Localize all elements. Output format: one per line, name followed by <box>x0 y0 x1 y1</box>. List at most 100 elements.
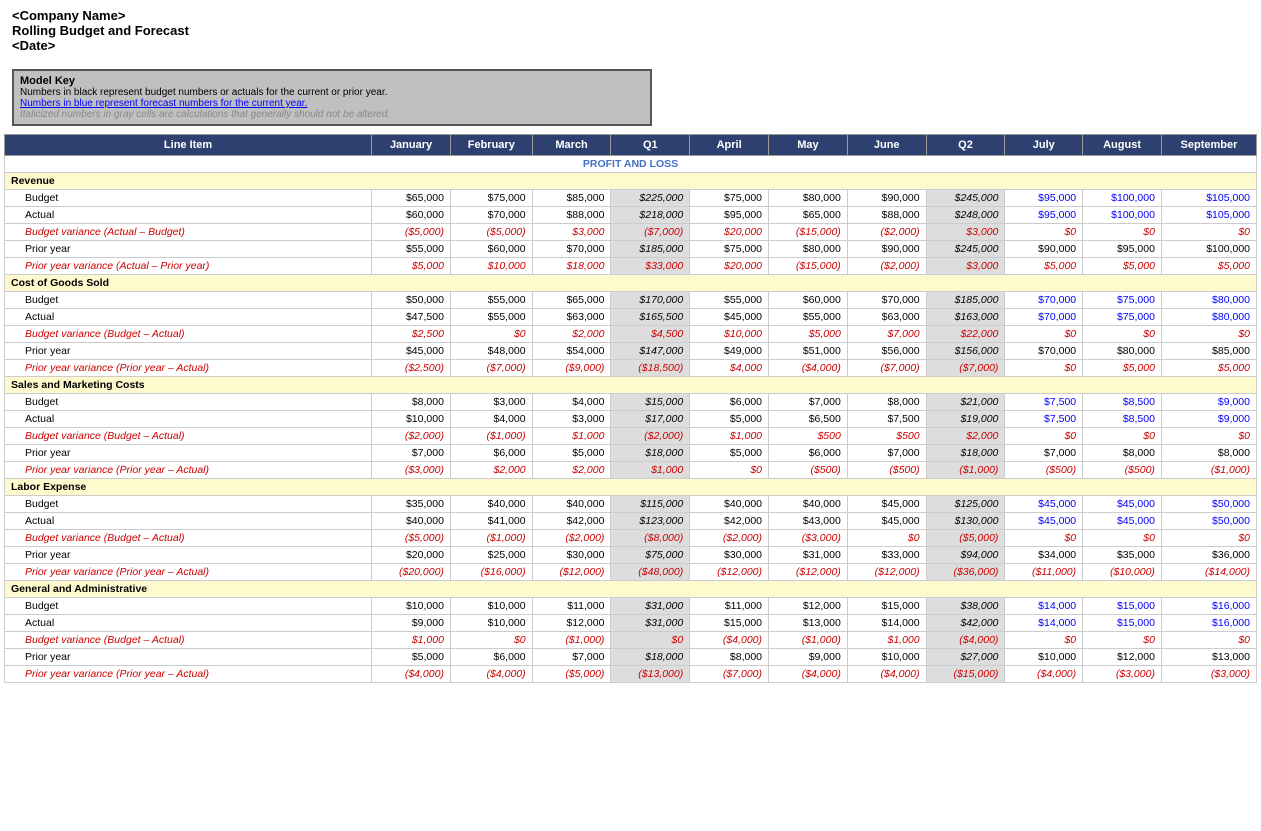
row-label: Actual <box>5 207 372 224</box>
cell-value: $70,000 <box>847 292 926 309</box>
cell-value: $65,000 <box>769 207 848 224</box>
cell-value: $8,000 <box>690 649 769 666</box>
row-label: Actual <box>5 615 372 632</box>
cell-value: ($4,000) <box>1005 666 1083 683</box>
cell-value: $90,000 <box>847 241 926 258</box>
cell-value: $0 <box>1005 326 1083 343</box>
cell-value: $80,000 <box>1083 343 1162 360</box>
cell-value: $0 <box>1161 326 1256 343</box>
cell-value: $7,500 <box>1005 411 1083 428</box>
row-label: Prior year <box>5 649 372 666</box>
table-row: Budget$65,000$75,000$85,000$225,000$75,0… <box>5 190 1257 207</box>
cell-value: $45,000 <box>690 309 769 326</box>
cell-value: $4,000 <box>532 394 611 411</box>
cell-value: ($10,000) <box>1083 564 1162 581</box>
row-label: Prior year <box>5 547 372 564</box>
cell-value: $65,000 <box>372 190 451 207</box>
cell-value: $45,000 <box>1005 513 1083 530</box>
cell-value: $95,000 <box>1005 207 1083 224</box>
cell-value: $15,000 <box>611 394 690 411</box>
cell-value: $15,000 <box>690 615 769 632</box>
section-header-row: Labor Expense <box>5 479 1257 496</box>
cell-value: $75,000 <box>1083 292 1162 309</box>
cell-value: ($2,000) <box>372 428 451 445</box>
section-label: Revenue <box>5 173 1257 190</box>
cell-value: $170,000 <box>611 292 690 309</box>
cell-value: $12,000 <box>769 598 848 615</box>
march-header: March <box>532 135 611 156</box>
cell-value: $36,000 <box>1161 547 1256 564</box>
cell-value: ($7,000) <box>450 360 532 377</box>
cell-value: $18,000 <box>532 258 611 275</box>
cell-value: $500 <box>769 428 848 445</box>
table-row: Prior year variance (Prior year – Actual… <box>5 564 1257 581</box>
cell-value: $0 <box>1161 530 1256 547</box>
cell-value: $16,000 <box>1161 598 1256 615</box>
cell-value: $10,000 <box>450 598 532 615</box>
cell-value: $0 <box>450 632 532 649</box>
cell-value: $45,000 <box>1005 496 1083 513</box>
cell-value: $42,000 <box>926 615 1005 632</box>
section-header-row: Revenue <box>5 173 1257 190</box>
cell-value: $4,500 <box>611 326 690 343</box>
cell-value: ($15,000) <box>926 666 1005 683</box>
cell-value: $31,000 <box>611 615 690 632</box>
cell-value: $5,000 <box>690 445 769 462</box>
cell-value: $100,000 <box>1083 207 1162 224</box>
cell-value: $42,000 <box>690 513 769 530</box>
cell-value: ($7,000) <box>926 360 1005 377</box>
cell-value: ($1,000) <box>450 428 532 445</box>
cell-value: $1,000 <box>690 428 769 445</box>
cell-value: $27,000 <box>926 649 1005 666</box>
cell-value: $0 <box>1005 632 1083 649</box>
cell-value: $80,000 <box>1161 309 1256 326</box>
cell-value: ($2,000) <box>690 530 769 547</box>
cell-value: $35,000 <box>372 496 451 513</box>
cell-value: $5,000 <box>532 445 611 462</box>
june-header: June <box>847 135 926 156</box>
cell-value: $7,000 <box>847 326 926 343</box>
february-header: February <box>450 135 532 156</box>
cell-value: $55,000 <box>450 309 532 326</box>
cell-value: $156,000 <box>926 343 1005 360</box>
cell-value: ($7,000) <box>690 666 769 683</box>
cell-value: $225,000 <box>611 190 690 207</box>
cell-value: $13,000 <box>769 615 848 632</box>
table-row: Budget variance (Budget – Actual)($2,000… <box>5 428 1257 445</box>
cell-value: ($3,000) <box>372 462 451 479</box>
cell-value: $7,000 <box>847 445 926 462</box>
cell-value: $35,000 <box>1083 547 1162 564</box>
cell-value: $8,500 <box>1083 411 1162 428</box>
model-key-box: Model Key Numbers in black represent bud… <box>12 69 652 126</box>
table-row: Actual$60,000$70,000$88,000$218,000$95,0… <box>5 207 1257 224</box>
cell-value: $3,000 <box>450 394 532 411</box>
table-row: Actual$40,000$41,000$42,000$123,000$42,0… <box>5 513 1257 530</box>
row-label: Budget <box>5 598 372 615</box>
cell-value: $185,000 <box>926 292 1005 309</box>
cell-value: $13,000 <box>1161 649 1256 666</box>
cell-value: ($16,000) <box>450 564 532 581</box>
cell-value: $34,000 <box>1005 547 1083 564</box>
cell-value: $0 <box>1161 224 1256 241</box>
cell-value: $7,500 <box>847 411 926 428</box>
cell-value: ($18,500) <box>611 360 690 377</box>
cell-value: $0 <box>1161 632 1256 649</box>
cell-value: $85,000 <box>1161 343 1256 360</box>
cell-value: $33,000 <box>847 547 926 564</box>
cell-value: $1,000 <box>532 428 611 445</box>
cell-value: ($7,000) <box>847 360 926 377</box>
cell-value: $9,000 <box>1161 394 1256 411</box>
cell-value: $8,000 <box>372 394 451 411</box>
cell-value: $7,500 <box>1005 394 1083 411</box>
q1-header: Q1 <box>611 135 690 156</box>
cell-value: ($15,000) <box>769 224 848 241</box>
cell-value: $185,000 <box>611 241 690 258</box>
cell-value: ($4,000) <box>690 632 769 649</box>
line-item-header: Line Item <box>5 135 372 156</box>
cell-value: $2,000 <box>532 326 611 343</box>
cell-value: $30,000 <box>532 547 611 564</box>
july-header: July <box>1005 135 1083 156</box>
cell-value: $105,000 <box>1161 190 1256 207</box>
cell-value: $88,000 <box>532 207 611 224</box>
cell-value: $5,000 <box>690 411 769 428</box>
